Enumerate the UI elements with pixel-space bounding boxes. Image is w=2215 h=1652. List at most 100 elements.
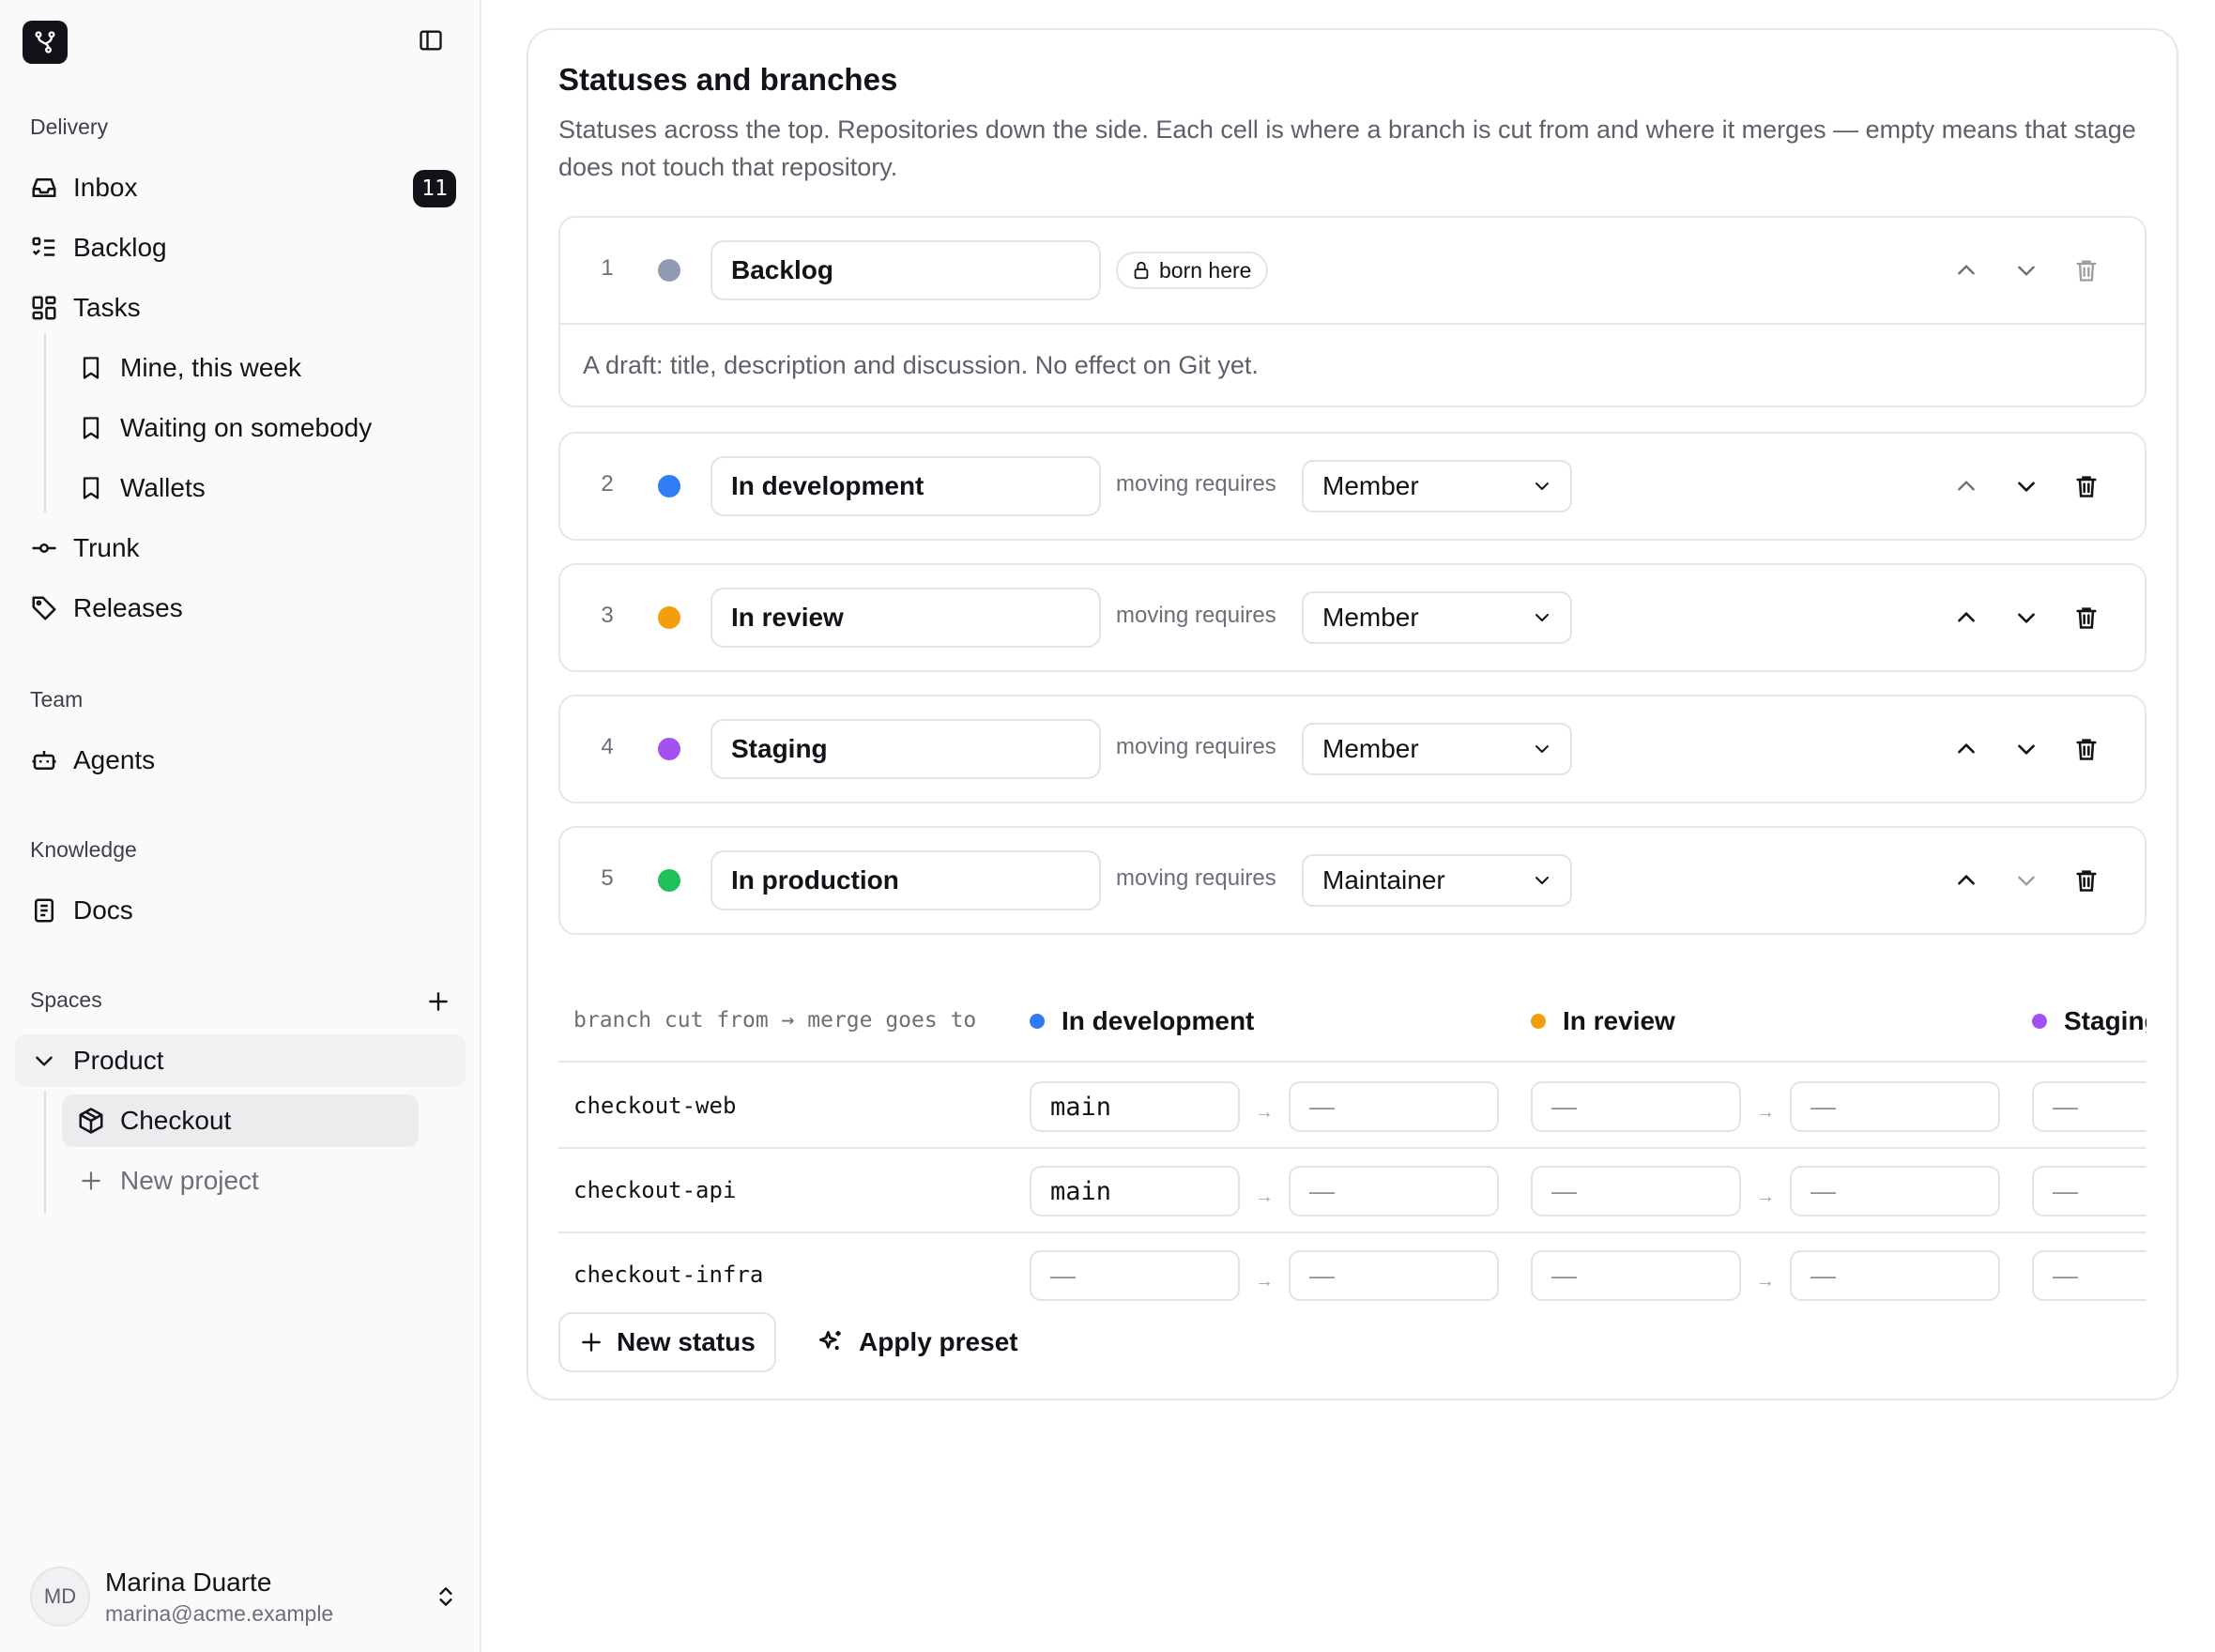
born-here-badge: born here bbox=[1116, 252, 1269, 289]
user-menu[interactable]: MD Marina Duarte marina@acme.example bbox=[30, 1564, 462, 1629]
sidebar-item-product[interactable]: Product bbox=[15, 1034, 466, 1087]
plus-icon bbox=[579, 1330, 603, 1354]
required-role-select[interactable]: Member bbox=[1302, 591, 1572, 644]
plus-icon bbox=[429, 992, 448, 1011]
cut-from-input[interactable]: — bbox=[1531, 1081, 1741, 1132]
status-color-dot[interactable] bbox=[658, 738, 680, 760]
move-down-button[interactable] bbox=[2009, 469, 2043, 503]
status-color-dot[interactable] bbox=[658, 475, 680, 497]
cut-from-input[interactable]: — bbox=[1030, 1250, 1240, 1301]
sidebar-item-label: Mine, this week bbox=[120, 353, 301, 382]
branch-matrix: branch cut from → merge goes to In devel… bbox=[558, 989, 2146, 1308]
sidebar-item-agents[interactable]: Agents bbox=[15, 734, 466, 787]
cut-from-input[interactable]: — bbox=[2032, 1081, 2146, 1132]
app-logo[interactable] bbox=[23, 21, 68, 64]
born-here-label: born here bbox=[1159, 257, 1252, 283]
sidebar-item-mine-this-week[interactable]: Mine, this week bbox=[15, 342, 466, 394]
sidebar-item-tasks[interactable]: Tasks bbox=[15, 282, 466, 334]
layout-grid-icon bbox=[28, 292, 60, 324]
sidebar-toggle-button[interactable] bbox=[417, 26, 445, 54]
git-commit-icon bbox=[28, 532, 60, 564]
new-status-button[interactable]: New status bbox=[558, 1312, 776, 1372]
status-name-input[interactable]: Staging bbox=[710, 719, 1101, 779]
move-down-button[interactable] bbox=[2009, 864, 2043, 897]
trash-icon bbox=[2076, 739, 2097, 760]
sidebar-item-new-project[interactable]: New project bbox=[62, 1155, 419, 1207]
sidebar-item-backlog[interactable]: Backlog bbox=[15, 222, 466, 274]
sidebar-item-docs[interactable]: Docs bbox=[15, 884, 466, 937]
sidebar-item-trunk[interactable]: Trunk bbox=[15, 522, 466, 574]
required-role-select[interactable]: Member bbox=[1302, 723, 1572, 775]
status-color-dot[interactable] bbox=[658, 259, 680, 282]
sidebar-item-waiting-on-somebody[interactable]: Waiting on somebody bbox=[15, 402, 466, 454]
chevron-down-icon bbox=[2018, 744, 2035, 755]
add-space-button[interactable] bbox=[422, 986, 454, 1017]
chevron-up-icon bbox=[1958, 481, 1975, 491]
delete-status-button[interactable] bbox=[2070, 469, 2103, 503]
move-down-button[interactable] bbox=[2009, 253, 2043, 287]
bookmark-icon bbox=[75, 412, 107, 444]
chevron-down-icon bbox=[1531, 606, 1553, 629]
section-label-spaces: Spaces bbox=[30, 987, 102, 1012]
chevrons-up-down-icon[interactable] bbox=[430, 1581, 462, 1613]
move-up-button[interactable] bbox=[1949, 601, 1983, 635]
sidebar-item-checkout[interactable]: Checkout bbox=[62, 1094, 419, 1147]
status-name-input[interactable]: In review bbox=[710, 588, 1101, 648]
sidebar: Delivery Inbox 11 Backlog Tasks Mine, th… bbox=[0, 0, 481, 1652]
status-row-in-review: 3 In review moving requires Member bbox=[558, 563, 2146, 672]
merge-to-input[interactable]: — bbox=[1790, 1250, 2000, 1301]
delete-status-button[interactable] bbox=[2070, 601, 2103, 635]
status-name-input[interactable]: In production bbox=[710, 850, 1101, 910]
merge-to-input[interactable]: — bbox=[1289, 1166, 1499, 1216]
merge-to-input[interactable]: — bbox=[1289, 1250, 1499, 1301]
status-color-dot[interactable] bbox=[658, 869, 680, 892]
merge-to-input[interactable]: — bbox=[1289, 1081, 1499, 1132]
repo-name: checkout-infra bbox=[573, 1262, 764, 1288]
status-name-input[interactable]: In development bbox=[710, 456, 1101, 516]
moving-requires-label: moving requires bbox=[1116, 865, 1276, 891]
cut-from-input[interactable]: — bbox=[2032, 1250, 2146, 1301]
status-color-dot[interactable] bbox=[658, 606, 680, 629]
delete-status-button[interactable] bbox=[2070, 864, 2103, 897]
chevron-down-icon bbox=[1531, 475, 1553, 497]
book-icon bbox=[28, 895, 60, 926]
sidebar-item-inbox[interactable]: Inbox 11 bbox=[15, 161, 466, 214]
move-down-button[interactable] bbox=[2009, 732, 2043, 766]
cut-from-input[interactable]: main bbox=[1030, 1081, 1240, 1132]
cut-from-input[interactable]: — bbox=[1531, 1166, 1741, 1216]
cut-from-input[interactable]: main bbox=[1030, 1166, 1240, 1216]
trash-icon bbox=[2076, 607, 2097, 629]
required-role-select[interactable]: Maintainer bbox=[1302, 854, 1572, 907]
move-down-button[interactable] bbox=[2009, 601, 2043, 635]
sidebar-item-label: Tasks bbox=[73, 293, 141, 322]
section-label-team: Team bbox=[30, 687, 84, 711]
merge-to-input[interactable]: — bbox=[1790, 1166, 2000, 1216]
sidebar-item-releases[interactable]: Releases bbox=[15, 582, 466, 635]
move-up-button[interactable] bbox=[1949, 864, 1983, 897]
sidebar-item-label: Waiting on somebody bbox=[120, 413, 373, 442]
status-description: A draft: title, description and discussi… bbox=[560, 323, 2145, 405]
cut-from-input[interactable]: — bbox=[2032, 1166, 2146, 1216]
card-title: Statuses and branches bbox=[558, 62, 898, 97]
sidebar-item-label: New project bbox=[120, 1166, 259, 1195]
arrow-right-icon: → bbox=[1255, 1271, 1274, 1292]
required-role-select[interactable]: Member bbox=[1302, 460, 1572, 512]
moving-requires-label: moving requires bbox=[1116, 471, 1276, 497]
user-email: marina@acme.example bbox=[105, 1600, 334, 1626]
repo-name: checkout-api bbox=[573, 1177, 737, 1203]
move-up-button[interactable] bbox=[1949, 732, 1983, 766]
cut-from-input[interactable]: — bbox=[1531, 1250, 1741, 1301]
move-up-button[interactable] bbox=[1949, 469, 1983, 503]
status-number: 1 bbox=[601, 255, 614, 281]
bookmark-icon bbox=[75, 352, 107, 384]
move-up-button[interactable] bbox=[1949, 253, 1983, 287]
status-name-input[interactable]: Backlog bbox=[710, 240, 1101, 300]
delete-status-button[interactable] bbox=[2070, 732, 2103, 766]
apply-preset-button[interactable]: Apply preset bbox=[816, 1312, 1018, 1372]
sidebar-item-wallets[interactable]: Wallets bbox=[15, 462, 466, 514]
delete-status-button[interactable] bbox=[2070, 253, 2103, 287]
bot-icon bbox=[28, 744, 60, 776]
status-color-dot bbox=[1030, 1014, 1045, 1029]
tree-guide-line bbox=[44, 1091, 46, 1213]
merge-to-input[interactable]: — bbox=[1790, 1081, 2000, 1132]
